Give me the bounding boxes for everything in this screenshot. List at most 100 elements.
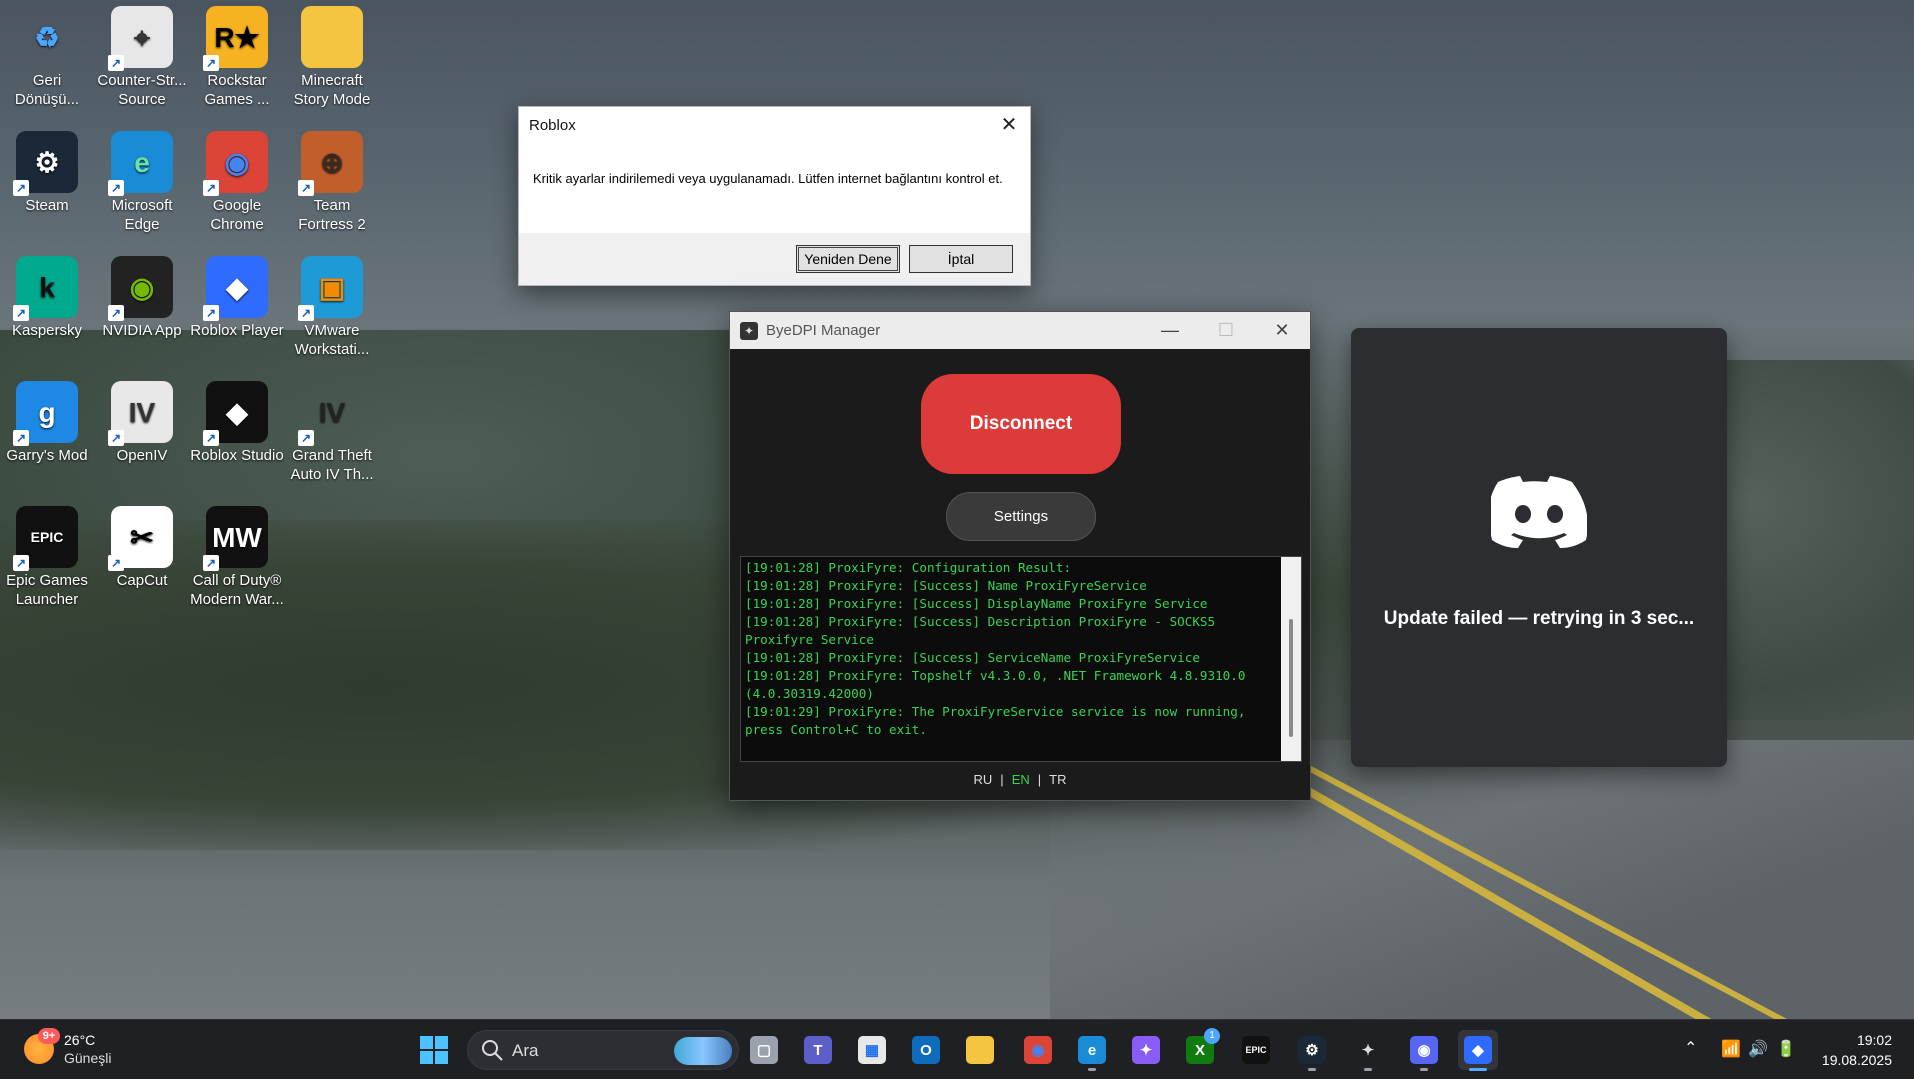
desktop-icon-label: Grand Theft Auto IV Th... (290, 447, 374, 483)
shortcut-arrow-icon: ↗ (13, 430, 29, 446)
volume-icon[interactable]: 🔊 (1748, 1039, 1768, 1059)
desktop-icon[interactable]: ✂ ↗ CapCut (95, 500, 189, 612)
log-line: [19:01:28] ProxiFyre: Configuration Resu… (745, 560, 1072, 575)
log-output[interactable]: [19:01:28] ProxiFyre: Configuration Resu… (740, 556, 1302, 762)
taskbar-app-xbox[interactable]: X1 (1180, 1028, 1220, 1070)
desktop-icon[interactable]: IV ↗ Grand Theft Auto IV Th... (285, 375, 379, 487)
close-icon[interactable]: ✕ (1254, 312, 1310, 349)
update-status-text: Update failed — retrying in 3 sec... (1383, 608, 1695, 629)
taskbar-app-task-view[interactable]: ▢ (744, 1030, 784, 1070)
desktop-icon[interactable]: ◉ ↗ NVIDIA App (95, 250, 189, 362)
weather-temp: 26°C (64, 1032, 96, 1048)
tf2-icon: ⊕ ↗ (298, 131, 363, 196)
desktop-icon[interactable]: ◆ ↗ Roblox Player (190, 250, 284, 362)
desktop-icon-label: Roblox Studio (190, 447, 284, 464)
taskbar-app-chrome[interactable]: ◉ (1018, 1030, 1058, 1070)
shortcut-arrow-icon: ↗ (298, 180, 314, 196)
desktop-icon[interactable]: ◆ ↗ Roblox Studio (190, 375, 284, 487)
maximize-icon: ☐ (1217, 320, 1235, 340)
desktop-icon[interactable]: MW ↗ Call of Duty® Modern War... (190, 500, 284, 612)
taskbar-app-byedpi[interactable]: ✦ (1348, 1030, 1388, 1071)
close-icon[interactable]: ✕ (998, 114, 1020, 136)
desktop-icon-label: Garry's Mod (6, 447, 88, 464)
settings-button[interactable]: Settings (946, 492, 1096, 541)
start-button[interactable] (414, 1030, 454, 1070)
taskbar-search[interactable]: Ara (467, 1030, 739, 1070)
chevron-up-icon[interactable]: ⌃ (1684, 1038, 1697, 1058)
desktop-icon[interactable]: ◉ ↗ Google Chrome (190, 125, 284, 237)
shortcut-arrow-icon: ↗ (298, 430, 314, 446)
taskbar: 9+ 26°C Güneşli Ara ▢ T ▦ O ◉ e ✦ X 1 EPIC ⚙ ✦ ◉ ◆ ⌃ … (0, 1019, 1914, 1079)
dialog-message: Kritik ayarlar indirilemedi veya uygulan… (533, 171, 1003, 186)
desktop-icon[interactable]: ▣ ↗ VMware Workstati... (285, 250, 379, 362)
running-indicator (1364, 1068, 1372, 1071)
clock[interactable]: 19:02 19.08.2025 (1822, 1030, 1892, 1070)
desktop-icon[interactable]: R★ ↗ Rockstar Games ... (190, 0, 284, 112)
rockstar-icon: R★ ↗ (203, 6, 268, 71)
taskbar-app-roblox[interactable]: ◆ (1458, 1030, 1498, 1071)
taskbar-app-copilot[interactable]: ✦ (1126, 1030, 1166, 1070)
desktop-icon[interactable]: ⌖ ↗ Counter-Str... Source (95, 0, 189, 112)
desktop-icon[interactable]: k ↗ Kaspersky (0, 250, 94, 362)
language-selector: RU | EN | TR (730, 772, 1310, 787)
shortcut-arrow-icon: ↗ (203, 305, 219, 321)
desktop-icon[interactable]: Minecraft Story Mode (285, 0, 379, 112)
shortcut-arrow-icon: ↗ (298, 305, 314, 321)
log-line: [19:01:28] ProxiFyre: [Success] Name Pro… (745, 578, 1147, 593)
weather-widget[interactable]: 9+ 26°C Güneşli (24, 1028, 144, 1070)
desktop-icon[interactable]: IV ↗ OpenIV (95, 375, 189, 487)
openiv-icon: IV ↗ (108, 381, 173, 446)
desktop-icon-label: Roblox Player (190, 322, 284, 339)
running-indicator (1088, 1068, 1096, 1071)
desktop-icon-label: Geri Dönüşü... (14, 72, 80, 108)
desktop-icon-label: Google Chrome (210, 197, 264, 233)
battery-icon[interactable]: 🔋 (1776, 1039, 1796, 1059)
copilot-icon: ✦ (1132, 1036, 1160, 1064)
language-separator: | (1000, 772, 1004, 787)
language-option-tr[interactable]: TR (1049, 772, 1066, 787)
dialog-footer: Yeniden Dene İptal (519, 233, 1030, 285)
taskbar-app-epic-games[interactable]: EPIC (1236, 1030, 1276, 1070)
desktop-icon[interactable]: e ↗ Microsoft Edge (95, 125, 189, 237)
taskbar-app-teams[interactable]: T (798, 1030, 838, 1070)
taskbar-app-edge-beta[interactable]: e (1072, 1030, 1112, 1071)
shortcut-arrow-icon: ↗ (203, 430, 219, 446)
search-placeholder: Ara (512, 1041, 539, 1060)
desktop-icon[interactable]: ⊕ ↗ Team Fortress 2 (285, 125, 379, 237)
notification-badge: 1 (1204, 1028, 1220, 1044)
log-line: [19:01:28] ProxiFyre: [Success] DisplayN… (745, 596, 1208, 611)
taskbar-app-file-explorer[interactable] (960, 1030, 1000, 1070)
shortcut-arrow-icon: ↗ (13, 180, 29, 196)
shortcut-arrow-icon: ↗ (13, 305, 29, 321)
desktop-icon[interactable]: ⚙ ↗ Steam (0, 125, 94, 237)
minimize-icon[interactable]: — (1142, 312, 1198, 349)
edge-icon: e (1078, 1036, 1106, 1064)
desktop-icon-label: NVIDIA App (102, 322, 182, 339)
disconnect-button[interactable]: Disconnect (921, 374, 1121, 474)
windows-logo-icon (420, 1036, 448, 1064)
shortcut-arrow-icon: ↗ (108, 55, 124, 71)
desktop-icon[interactable]: EPIC ↗ Epic Games Launcher (0, 500, 94, 612)
roblox-error-dialog: Roblox ✕ Kritik ayarlar indirilemedi vey… (518, 106, 1031, 286)
wifi-icon[interactable]: 📶 (1721, 1039, 1741, 1059)
log-scrollbar-thumb[interactable] (1289, 619, 1293, 737)
language-option-en[interactable]: EN (1012, 772, 1030, 787)
vmware-icon: ▣ ↗ (298, 256, 363, 321)
shortcut-arrow-icon: ↗ (13, 555, 29, 571)
retry-button[interactable]: Yeniden Dene (796, 245, 900, 273)
desktop-icon-label: Call of Duty® Modern War... (190, 572, 284, 608)
store-icon: ▦ (858, 1036, 886, 1064)
desktop-icon[interactable]: g ↗ Garry's Mod (0, 375, 94, 487)
search-icon (482, 1040, 503, 1061)
search-highlight-icon (674, 1037, 732, 1065)
desktop-icon[interactable]: ♻ Geri Dönüşü... (0, 0, 94, 112)
taskbar-app-steam[interactable]: ⚙ (1292, 1030, 1332, 1071)
taskbar-app-microsoft-store[interactable]: ▦ (852, 1030, 892, 1070)
language-option-ru[interactable]: RU (974, 772, 993, 787)
log-line: [19:01:28] ProxiFyre: [Success] ServiceN… (745, 650, 1200, 665)
cancel-button[interactable]: İptal (909, 245, 1013, 273)
log-line: [19:01:28] ProxiFyre: [Success] Descript… (745, 614, 1223, 647)
taskbar-app-outlook[interactable]: O (906, 1030, 946, 1070)
taskbar-app-discord[interactable]: ◉ (1404, 1030, 1444, 1071)
language-separator: | (1037, 772, 1042, 787)
